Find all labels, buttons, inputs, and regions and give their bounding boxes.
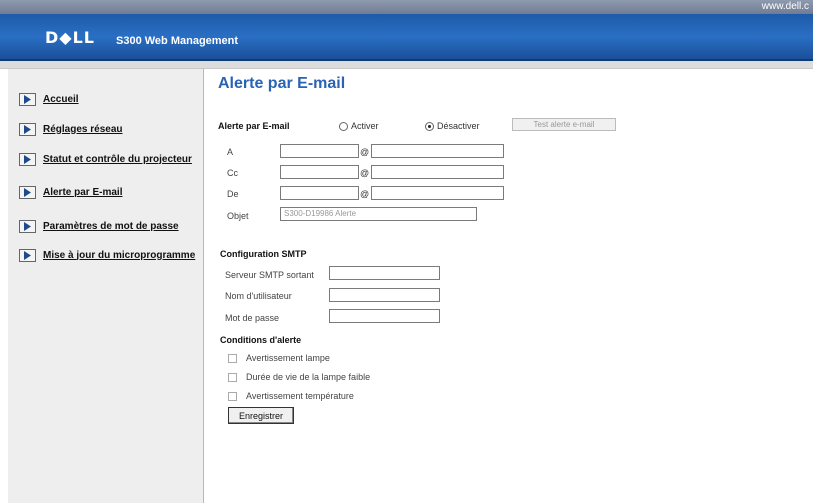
sidebar-item-reglages-reseau[interactable]: Réglages réseau xyxy=(19,120,123,138)
from-label: De xyxy=(227,189,239,199)
at-sign: @ xyxy=(360,189,370,199)
at-sign: @ xyxy=(360,147,370,157)
header-divider xyxy=(0,61,813,69)
dell-logo: D◆LL xyxy=(45,28,95,47)
cc-domain-input[interactable] xyxy=(371,165,504,179)
smtp-heading: Configuration SMTP xyxy=(220,249,307,259)
radio-activer[interactable]: Activer xyxy=(339,121,379,131)
url-text: www.dell.c xyxy=(761,1,809,12)
lamp-warning-checkbox[interactable] xyxy=(228,354,237,363)
header-banner: D◆LL S300 Web Management xyxy=(0,14,813,61)
sidebar-item-accueil[interactable]: Accueil xyxy=(19,90,79,108)
sidebar-item-label[interactable]: Paramètres de mot de passe xyxy=(43,221,179,232)
username-input[interactable] xyxy=(329,288,440,302)
save-button[interactable]: Enregistrer xyxy=(228,407,294,424)
subject-label: Objet xyxy=(227,211,249,221)
cc-label: Cc xyxy=(227,168,238,178)
from-user-input[interactable] xyxy=(280,186,359,200)
sidebar-item-label[interactable]: Mise à jour du microprogramme xyxy=(43,250,195,261)
cc-user-input[interactable] xyxy=(280,165,359,179)
main-content: Alerte par E-mail Alerte par E-mail Acti… xyxy=(205,69,813,503)
alert-label: Alerte par E-mail xyxy=(218,121,290,131)
temperature-warning-label: Avertissement température xyxy=(246,391,354,401)
sidebar-item-microprogramme[interactable]: Mise à jour du microprogramme xyxy=(19,246,195,264)
sidebar-item-label[interactable]: Accueil xyxy=(43,94,79,105)
lamp-life-checkbox[interactable] xyxy=(228,373,237,382)
conditions-heading: Conditions d'alerte xyxy=(220,335,302,345)
lamp-warning-label: Avertissement lampe xyxy=(246,353,330,363)
arrow-right-icon xyxy=(19,185,36,199)
sidebar-item-mot-de-passe[interactable]: Paramètres de mot de passe xyxy=(19,217,179,235)
lamp-life-label: Durée de vie de la lampe faible xyxy=(246,372,371,382)
radio-desactiver[interactable]: Désactiver xyxy=(425,121,480,131)
radio-circle-selected-icon[interactable] xyxy=(425,121,434,131)
sidebar-item-label[interactable]: Réglages réseau xyxy=(43,124,123,135)
from-domain-input[interactable] xyxy=(371,186,504,200)
arrow-right-icon xyxy=(19,219,36,233)
to-user-input[interactable] xyxy=(280,144,359,158)
sidebar-item-label[interactable]: Statut et contrôle du projecteur xyxy=(43,154,192,165)
password-input[interactable] xyxy=(329,309,440,323)
app-subtitle: S300 Web Management xyxy=(116,35,239,47)
radio-desactiver-label: Désactiver xyxy=(437,121,480,131)
subject-input[interactable]: S300-D19986 Alerte xyxy=(280,207,477,221)
username-label: Nom d'utilisateur xyxy=(225,291,292,301)
page-title: Alerte par E-mail xyxy=(218,75,346,92)
arrow-right-icon xyxy=(19,248,36,262)
radio-activer-label: Activer xyxy=(351,121,379,131)
arrow-right-icon xyxy=(19,122,36,136)
arrow-right-icon xyxy=(19,152,36,166)
sidebar-item-statut-controle[interactable]: Statut et contrôle du projecteur xyxy=(19,150,192,168)
sidebar-item-label[interactable]: Alerte par E-mail xyxy=(43,187,122,198)
to-label: A xyxy=(227,147,234,157)
smtp-server-input[interactable] xyxy=(329,266,440,280)
arrow-right-icon xyxy=(19,92,36,106)
top-bar: www.dell.c xyxy=(0,0,813,14)
sidebar-item-alerte-email[interactable]: Alerte par E-mail xyxy=(19,183,122,201)
radio-circle-icon[interactable] xyxy=(339,121,348,131)
temperature-warning-checkbox[interactable] xyxy=(228,392,237,401)
smtp-server-label: Serveur SMTP sortant xyxy=(225,270,314,280)
to-domain-input[interactable] xyxy=(371,144,504,158)
password-label: Mot de passe xyxy=(225,313,280,323)
sidebar: Accueil Réglages réseau Statut et contrô… xyxy=(8,69,204,503)
test-alert-button[interactable]: Test alerte e-mail xyxy=(512,118,616,131)
at-sign: @ xyxy=(360,168,370,178)
